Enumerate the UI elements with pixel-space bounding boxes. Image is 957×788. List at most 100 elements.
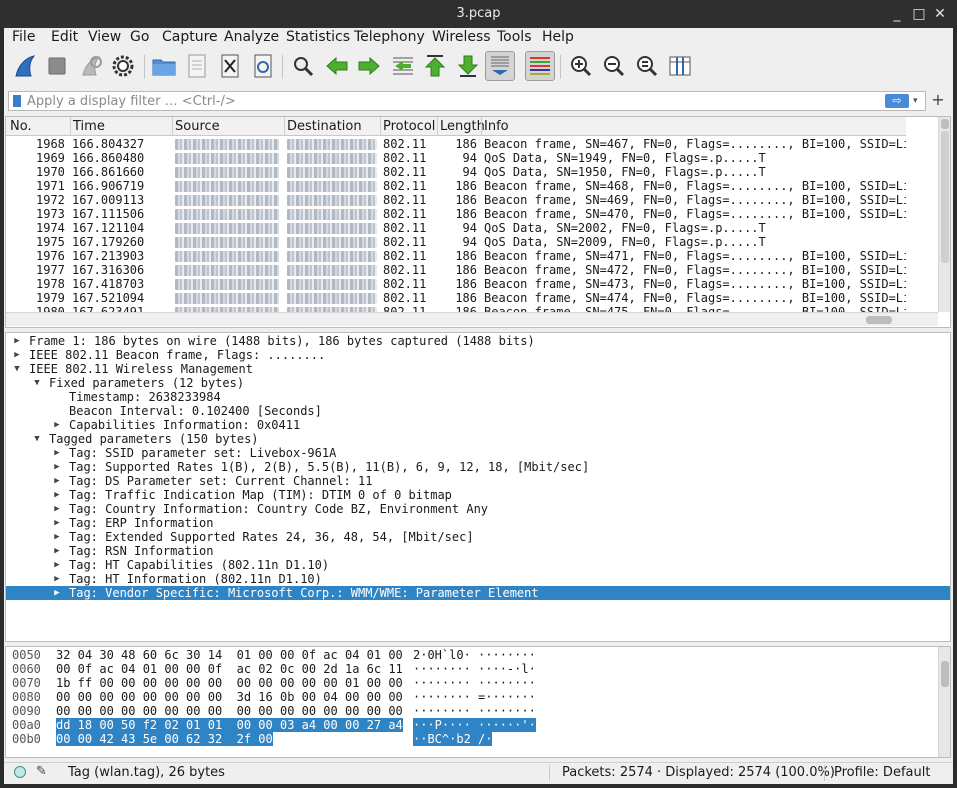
expand-arrow-icon[interactable]: ▶ — [52, 488, 62, 502]
column-divider[interactable] — [481, 117, 482, 136]
expand-arrow-icon[interactable]: ▶ — [52, 460, 62, 474]
hex-bytes-highlighted[interactable]: 00 00 42 43 5e 00 62 32 2f 00 — [56, 732, 273, 746]
add-filter-button[interactable]: + — [930, 91, 946, 111]
apply-filter-arrow-icon[interactable]: ⇨ — [885, 94, 909, 108]
ascii-bytes[interactable]: 2·0H`l0· ········ — [413, 648, 536, 662]
capture-options-gear-icon[interactable] — [108, 51, 138, 81]
go-to-packet-icon[interactable] — [388, 51, 418, 81]
tree-item[interactable]: ▶ IEEE 802.11 Beacon frame, Flags: ......… — [6, 348, 950, 362]
collapse-arrow-icon[interactable]: ▼ — [32, 376, 42, 390]
tree-item[interactable]: ▶ Capabilities Information: 0x0411 — [6, 418, 950, 432]
table-row[interactable]: 1979 167.521094 802.11 186 Beacon frame, SN=… — [6, 291, 906, 305]
hex-bytes-highlighted[interactable]: dd 18 00 50 f2 02 01 01 00 00 03 a4 00 0… — [56, 718, 403, 732]
hex-bytes[interactable]: 32 04 30 48 60 6c 30 14 01 00 00 0f ac 0… — [56, 648, 403, 662]
shark-fin-start-icon[interactable] — [10, 51, 40, 81]
table-row[interactable]: 1977 167.316306 802.11 186 Beacon frame, SN=… — [6, 263, 906, 277]
profile-label[interactable]: Profile: Default — [834, 765, 930, 780]
scrollbar-up-arrow[interactable] — [941, 119, 949, 129]
tree-item[interactable]: ▶ Tag: HT Information (802.11n D1.10) — [6, 572, 950, 586]
column-header-no[interactable]: No. — [10, 119, 32, 134]
expand-arrow-icon[interactable]: ▶ — [52, 474, 62, 488]
first-packet-icon[interactable] — [420, 51, 450, 81]
tree-item[interactable]: ▶ Tag: Country Information: Country Code … — [6, 502, 950, 516]
hex-row[interactable]: 0090 00 00 00 00 00 00 00 00 00 00 00 00 … — [6, 704, 936, 718]
expand-arrow-icon[interactable]: ▶ — [52, 586, 62, 600]
tree-item[interactable]: ▼ Fixed parameters (12 bytes) — [6, 376, 950, 390]
column-header-source[interactable]: Source — [175, 119, 220, 134]
expand-arrow-icon[interactable]: ▶ — [52, 418, 62, 432]
expand-arrow-icon[interactable]: ▶ — [52, 502, 62, 516]
hex-row[interactable]: 0070 1b ff 00 00 00 00 00 00 00 00 00 00 … — [6, 676, 936, 690]
table-row[interactable]: 1969 166.860480 802.11 94 QoS Data, SN=1949,… — [6, 151, 906, 165]
filter-dropdown-icon[interactable]: ▾ — [913, 94, 923, 108]
hex-bytes[interactable]: 00 0f ac 04 01 00 00 0f ac 02 0c 00 2d 1… — [56, 662, 403, 676]
go-forward-icon[interactable] — [354, 51, 384, 81]
tree-item[interactable]: ▼ Tagged parameters (150 bytes) — [6, 432, 950, 446]
table-row[interactable]: 1970 166.861660 802.11 94 QoS Data, SN=1950,… — [6, 165, 906, 179]
menu-statistics[interactable]: Statistics — [286, 29, 350, 45]
menu-tools[interactable]: Tools — [497, 29, 532, 45]
hex-bytes[interactable]: 1b ff 00 00 00 00 00 00 00 00 00 00 00 0… — [56, 676, 403, 690]
expand-arrow-icon[interactable]: ▶ — [52, 516, 62, 530]
find-packet-icon[interactable] — [288, 51, 318, 81]
column-header-protocol[interactable]: Protocol — [383, 119, 435, 134]
stop-icon[interactable] — [42, 51, 72, 81]
hex-bytes[interactable]: 00 00 00 00 00 00 00 00 00 00 00 00 00 0… — [56, 704, 403, 718]
column-divider[interactable] — [284, 117, 285, 136]
scrollbar-thumb[interactable] — [941, 661, 949, 687]
menu-wireless[interactable]: Wireless — [432, 29, 491, 45]
colorize-icon[interactable] — [525, 51, 555, 81]
expand-arrow-icon[interactable]: ▶ — [52, 544, 62, 558]
column-divider[interactable] — [172, 117, 173, 136]
column-header-info[interactable]: Info — [484, 119, 509, 134]
open-folder-icon[interactable] — [149, 51, 179, 81]
tree-item[interactable]: ▶ Tag: SSID parameter set: Livebox-961A — [6, 446, 950, 460]
zoom-out-icon[interactable] — [599, 51, 629, 81]
expand-arrow-icon[interactable]: ▶ — [52, 530, 62, 544]
expand-arrow-icon[interactable]: ▶ — [52, 558, 62, 572]
close-icon[interactable]: ✕ — [930, 4, 950, 24]
collapse-arrow-icon[interactable]: ▼ — [12, 362, 22, 376]
menu-go[interactable]: Go — [130, 29, 149, 45]
maximize-icon[interactable]: □ — [909, 4, 929, 24]
hex-bytes[interactable]: 00 00 00 00 00 00 00 00 3d 16 0b 00 04 0… — [56, 690, 403, 704]
expand-arrow-icon[interactable]: ▶ — [12, 348, 22, 362]
tree-item[interactable]: ▶ Tag: DS Parameter set: Current Channel:… — [6, 474, 950, 488]
tree-item[interactable]: ▶ Frame 1: 186 bytes on wire (1488 bits),… — [6, 334, 950, 348]
hex-row[interactable]: 0050 32 04 30 48 60 6c 30 14 01 00 00 0f … — [6, 648, 936, 662]
expand-arrow-icon[interactable]: ▶ — [52, 446, 62, 460]
zoom-in-icon[interactable] — [566, 51, 596, 81]
column-divider[interactable] — [380, 117, 381, 136]
table-row[interactable]: 1974 167.121104 802.11 94 QoS Data, SN=2002,… — [6, 221, 906, 235]
tree-item[interactable]: ▶ Tag: Extended Supported Rates 24, 36, 4… — [6, 530, 950, 544]
column-header-destination[interactable]: Destination — [287, 119, 362, 134]
menu-edit[interactable]: Edit — [51, 29, 78, 45]
ascii-bytes[interactable]: ········ ········ — [413, 704, 536, 718]
table-row[interactable]: 1973 167.111506 802.11 186 Beacon frame, SN=… — [6, 207, 906, 221]
packet-list-horizontal-scrollbar[interactable] — [6, 312, 938, 326]
hex-row[interactable]: 0080 00 00 00 00 00 00 00 00 3d 16 0b 00 … — [6, 690, 936, 704]
table-row[interactable]: 1972 167.009113 802.11 186 Beacon frame, SN=… — [6, 193, 906, 207]
menu-telephony[interactable]: Telephony — [354, 29, 425, 45]
close-file-icon[interactable] — [215, 51, 245, 81]
tree-item[interactable]: Beacon Interval: 0.102400 [Seconds] — [6, 404, 950, 418]
table-row[interactable]: 1978 167.418703 802.11 186 Beacon frame, SN=… — [6, 277, 906, 291]
hex-row[interactable]: 00a0 dd 18 00 50 f2 02 01 01 00 00 03 a4 … — [6, 718, 936, 732]
ascii-bytes-highlighted[interactable]: ···P···· ······'· — [413, 718, 536, 732]
save-file-icon[interactable] — [182, 51, 212, 81]
ascii-bytes[interactable]: ········ ········ — [413, 676, 536, 690]
tree-item[interactable]: ▶ Tag: ERP Information — [6, 516, 950, 530]
minimize-icon[interactable]: _ — [887, 4, 907, 24]
column-header-length[interactable]: Length — [440, 119, 485, 134]
table-row[interactable]: 1976 167.213903 802.11 186 Beacon frame, SN=… — [6, 249, 906, 263]
packet-list-vertical-scrollbar[interactable] — [938, 117, 950, 312]
ascii-bytes[interactable]: ········ =······· — [413, 690, 536, 704]
tree-item[interactable]: ▶ Tag: HT Capabilities (802.11n D1.10) — [6, 558, 950, 572]
column-divider[interactable] — [70, 117, 71, 136]
menu-help[interactable]: Help — [542, 29, 574, 45]
tree-item[interactable]: ▼ IEEE 802.11 Wireless Management — [6, 362, 950, 376]
display-filter-input[interactable] — [27, 92, 867, 110]
table-row[interactable]: 1980 167.623491 802.11 186 Beacon frame, SN=… — [6, 305, 906, 312]
table-row[interactable]: 1971 166.906719 802.11 186 Beacon frame, SN=… — [6, 179, 906, 193]
menu-capture[interactable]: Capture — [162, 29, 218, 45]
